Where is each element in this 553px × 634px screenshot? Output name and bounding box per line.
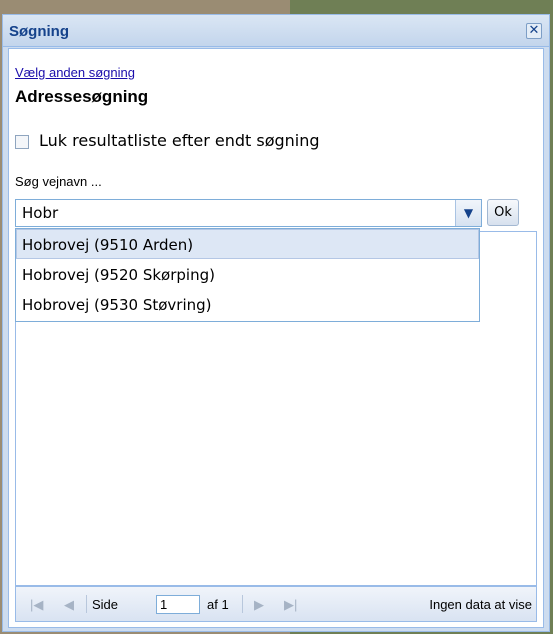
window-header: Søgning ✕ bbox=[3, 15, 549, 47]
page-number-input[interactable] bbox=[156, 595, 200, 614]
paging-status: Ingen data at vise bbox=[429, 597, 532, 612]
street-search-input[interactable] bbox=[16, 200, 456, 226]
search-window: Søgning ✕ Vælg anden søgning Adressesøgn… bbox=[2, 14, 550, 632]
last-page-icon[interactable]: ▶| bbox=[284, 597, 297, 613]
chevron-down-icon[interactable]: ▼ bbox=[455, 200, 481, 226]
close-results-checkbox[interactable] bbox=[15, 135, 29, 149]
window-title: Søgning bbox=[9, 23, 69, 40]
next-page-icon[interactable]: ▶ bbox=[254, 597, 264, 613]
suggestion-item[interactable]: Hobrovej (9520 Skørping) bbox=[16, 259, 479, 289]
change-search-link[interactable]: Vælg anden søgning bbox=[15, 65, 135, 80]
close-icon[interactable]: ✕ bbox=[526, 23, 542, 39]
close-results-label: Luk resultatliste efter endt søgning bbox=[39, 131, 320, 150]
prev-page-icon[interactable]: ◀ bbox=[64, 597, 74, 613]
toolbar-separator bbox=[242, 595, 243, 613]
page-count-label: af 1 bbox=[207, 597, 229, 612]
first-page-icon[interactable]: |◀ bbox=[30, 597, 43, 613]
suggestion-item[interactable]: Hobrovej (9530 Støvring) bbox=[16, 289, 479, 319]
ok-button[interactable]: Ok bbox=[487, 199, 519, 226]
suggestion-dropdown: Hobrovej (9510 Arden) Hobrovej (9520 Skø… bbox=[15, 228, 480, 322]
suggestion-item[interactable]: Hobrovej (9510 Arden) bbox=[16, 229, 479, 259]
street-combobox[interactable]: ▼ bbox=[15, 199, 482, 227]
page-label: Side bbox=[92, 597, 119, 612]
toolbar-separator bbox=[86, 595, 87, 613]
street-search-label: Søg vejnavn ... bbox=[15, 174, 102, 189]
search-heading: Adressesøgning bbox=[15, 87, 149, 106]
search-body: Vælg anden søgning Adressesøgning Luk re… bbox=[8, 48, 544, 628]
paging-toolbar: |◀ ◀ Side af 1 ▶ ▶| Ingen data at vise bbox=[15, 586, 537, 622]
